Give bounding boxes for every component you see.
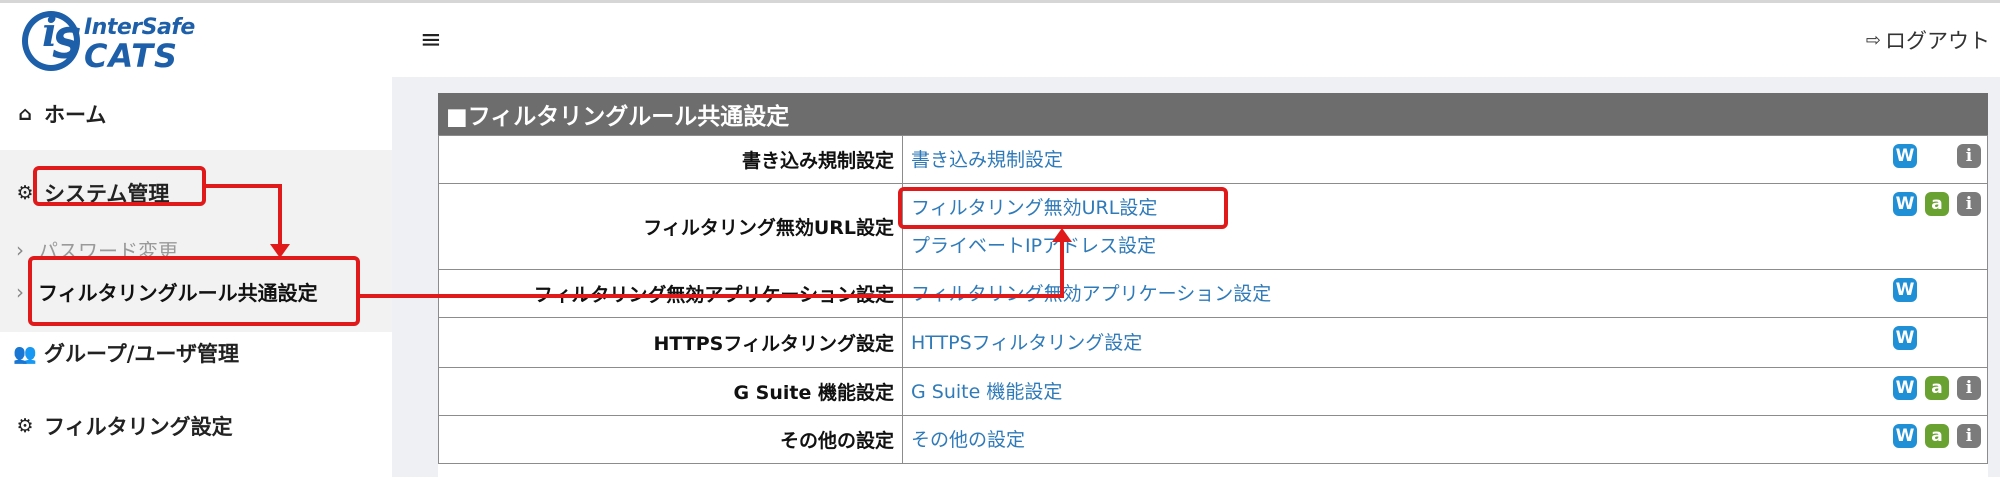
badge-placeholder [1925, 278, 1949, 302]
sidebar-item-group-user-label: グループ/ユーザ管理 [44, 342, 239, 366]
badge-placeholder [1957, 278, 1981, 302]
row-label: 書き込み規制設定 [438, 135, 903, 184]
setting-link[interactable]: プライベートIPアドレス設定 [911, 227, 1987, 265]
chevron-right-icon: › [16, 279, 24, 304]
row-label: フィルタリング無効アプリケーション設定 [438, 269, 903, 318]
info-badge-icon[interactable]: i [1957, 424, 1981, 448]
sidebar-item-filtering-label: フィルタリング設定 [44, 415, 233, 439]
w-badge-icon[interactable]: W [1893, 424, 1917, 448]
table-row: G Suite 機能設定 G Suite 機能設定 Wa i [438, 367, 1988, 416]
row-label: G Suite 機能設定 [438, 367, 903, 416]
logout-label: ログアウト [1885, 29, 1990, 53]
logo-text-cats: CATS [84, 37, 179, 75]
home-icon: ⌂ [18, 103, 32, 125]
w-badge-icon[interactable]: W [1893, 192, 1917, 216]
a-badge-icon[interactable]: a [1925, 376, 1949, 400]
a-badge-icon[interactable]: a [1925, 424, 1949, 448]
setting-link[interactable]: G Suite 機能設定 [911, 373, 1987, 411]
row-links: 書き込み規制設定 Wi [902, 135, 1988, 184]
w-badge-icon[interactable]: W [1893, 278, 1917, 302]
setting-link[interactable]: その他の設定 [911, 421, 1987, 459]
top-header: ≡ ⇨ ログアウト [392, 3, 2000, 77]
logo-mark-s: S [52, 19, 83, 68]
setting-link[interactable]: 書き込み規制設定 [911, 141, 1987, 179]
hamburger-menu-icon[interactable]: ≡ [420, 25, 442, 55]
main-content: ■フィルタリングルール共通設定 書き込み規制設定 書き込み規制設定 Wi フィルタリン… [392, 77, 2000, 477]
info-badge-icon[interactable]: i [1957, 144, 1981, 168]
w-badge-icon[interactable]: W [1893, 144, 1917, 168]
info-badge-icon[interactable]: i [1957, 376, 1981, 400]
panel-title: ■フィルタリングルール共通設定 [438, 93, 1988, 135]
row-badges: Wai [1893, 376, 1981, 400]
row-badges: Wai [1893, 192, 1981, 216]
w-badge-icon[interactable]: W [1893, 326, 1917, 350]
intersafe-logo[interactable]: i S InterSafe CATS [20, 9, 220, 75]
row-badges: Wai [1893, 424, 1981, 448]
info-badge-icon[interactable]: i [1957, 192, 1981, 216]
a-badge-icon[interactable]: a [1925, 192, 1949, 216]
badge-placeholder [1925, 144, 1949, 168]
row-links: その他の設定 Wa i [902, 415, 1988, 464]
table-row: HTTPSフィルタリング設定 HTTPSフィルタリング設定 W [438, 317, 1988, 368]
badge-placeholder [1925, 326, 1949, 350]
gears-icon: ⚙ [16, 415, 34, 437]
row-badges: Wi [1893, 144, 1981, 168]
sidebar-item-filtering[interactable]: ⚙ フィルタリング設定 [0, 393, 392, 459]
sidebar-item-group-user[interactable]: 👥 グループ/ユーザ管理 [0, 323, 392, 383]
row-links: HTTPSフィルタリング設定 W [902, 317, 1988, 368]
row-label: フィルタリング無効URL設定 [438, 183, 903, 270]
table-row: フィルタリング無効アプリケーション設定 フィルタリング無効アプリケーション設定 W [438, 269, 1988, 318]
row-links: G Suite 機能設定 Wa i [902, 367, 1988, 416]
users-icon: 👥 [13, 342, 37, 365]
annotation-box-sidebar-filtering-rule [28, 256, 360, 326]
badge-placeholder [1957, 326, 1981, 350]
setting-link[interactable]: HTTPSフィルタリング設定 [911, 324, 1987, 362]
row-links: フィルタリング無効アプリケーション設定 W [902, 269, 1988, 318]
settings-table: 書き込み規制設定 書き込み規制設定 Wi フィルタリング無効URL設定 フィルタリング無… [438, 135, 1988, 464]
sign-out-icon: ⇨ [1865, 29, 1881, 51]
setting-link[interactable]: フィルタリング無効アプリケーション設定 [911, 275, 1987, 313]
table-row: 書き込み規制設定 書き込み規制設定 Wi [438, 135, 1988, 184]
row-label: HTTPSフィルタリング設定 [438, 317, 903, 368]
table-row: その他の設定 その他の設定 Wa i [438, 415, 1988, 464]
row-badges: W [1893, 326, 1981, 350]
chevron-right-icon: › [16, 237, 24, 262]
sidebar: i S InterSafe CATS ⌂ ホーム ⚙ システム管理 › パスワー… [0, 3, 392, 477]
sidebar-item-home-label: ホーム [44, 103, 107, 127]
logout-link[interactable]: ⇨ ログアウト [1866, 25, 1990, 55]
row-label: その他の設定 [438, 415, 903, 464]
filtering-rule-common-panel: ■フィルタリングルール共通設定 書き込み規制設定 書き込み規制設定 Wi フィルタリン… [438, 93, 1988, 477]
w-badge-icon[interactable]: W [1893, 376, 1917, 400]
annotation-box-filtering-url-link [898, 187, 1228, 229]
annotation-box-system [33, 166, 206, 206]
row-badges: W [1893, 278, 1981, 302]
sidebar-item-home[interactable]: ⌂ ホーム [0, 83, 392, 145]
